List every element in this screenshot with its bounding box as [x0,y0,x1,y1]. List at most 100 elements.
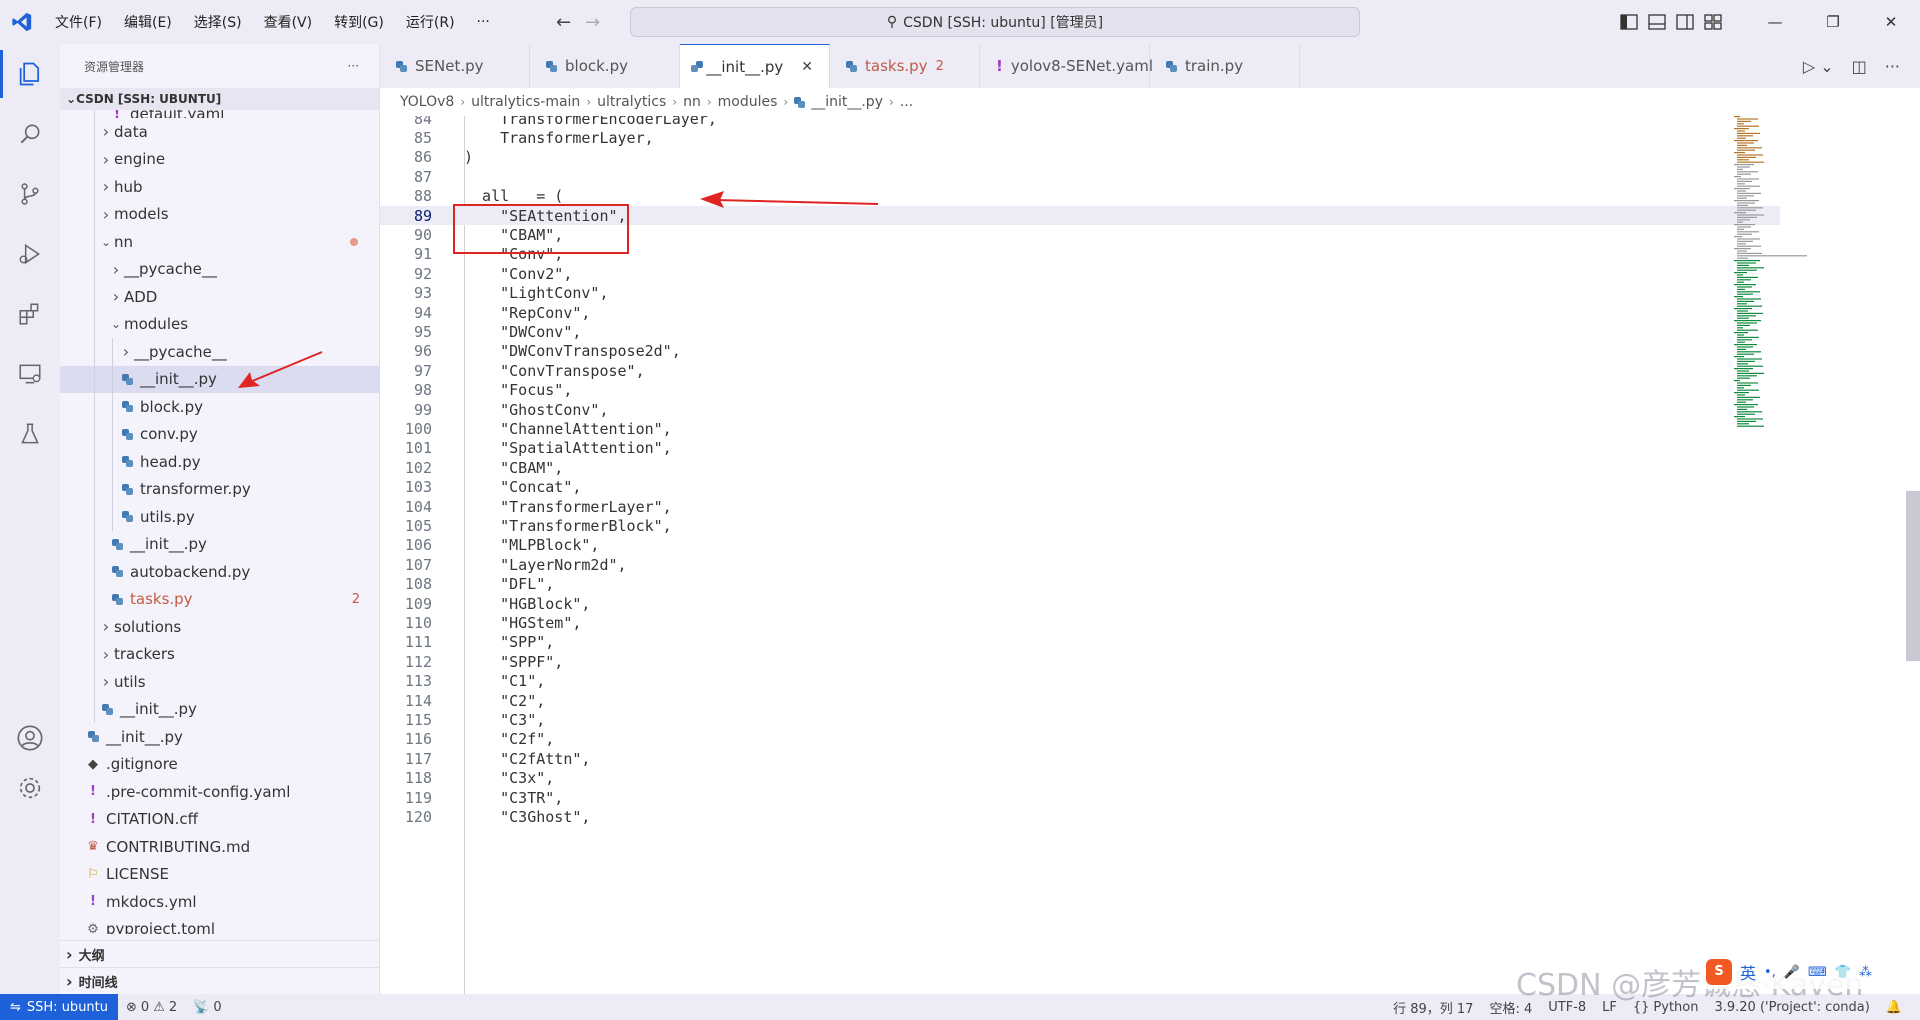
tree-folder[interactable]: › ADD [60,283,380,311]
menu-item[interactable]: 文件(F) [44,12,113,32]
tree-file[interactable]: ⚐ LICENSE [60,861,380,889]
tab-senet-py[interactable]: SENet.py [380,44,530,88]
ime-skin-icon[interactable]: 👕 [1835,965,1851,980]
tree-file[interactable]: __init__.py [60,365,380,393]
explorer-more-actions-icon[interactable]: ··· [348,59,359,73]
problems-indicator[interactable]: ⊗ 0 ⚠ 2 [118,1000,185,1015]
explorer-icon[interactable] [0,44,60,104]
tree-folder[interactable]: › trackers [60,640,380,668]
tree-folder[interactable]: › data [60,118,380,146]
tree-file[interactable]: ! default.yaml [60,110,380,118]
split-editor-icon[interactable]: ◫ [1852,57,1867,76]
menu-item[interactable]: 编辑(E) [113,12,183,32]
menu-item[interactable]: ··· [466,14,501,30]
close-window-icon[interactable]: ✕ [1862,0,1920,44]
tab-block-py[interactable]: block.py [530,44,680,88]
run-python-file-icon[interactable]: ▷ ⌄ [1803,57,1834,76]
tree-file[interactable]: __init__.py [60,530,380,558]
code-text: "C1", [464,672,546,691]
search-icon[interactable] [0,104,60,164]
tree-file[interactable]: ! CITATION.cff [60,806,380,834]
ime-punctuation-icon[interactable]: •, [1764,965,1776,980]
workspace-section-header[interactable]: ⌄ CSDN [SSH: UBUNTU] [60,88,379,110]
tree-file[interactable]: ◆ .gitignore [60,751,380,779]
ime-toolbar: S 英 •, 🎤 ⌨ 👕 ⁂ [1700,955,1878,989]
menu-item[interactable]: 运行(R) [395,12,466,32]
cursor-position[interactable]: 行 89，列 17 [1385,998,1481,1017]
command-center[interactable]: ⚲ CSDN [SSH: ubuntu] [管理员] [630,7,1360,37]
tree-file[interactable]: ! .pre-commit-config.yaml [60,778,380,806]
remote-indicator[interactable]: ⇋ SSH: ubuntu [0,994,119,1020]
menu-item[interactable]: 选择(S) [183,12,253,32]
minimap-line [1737,279,1751,281]
ime-toolbox-icon[interactable]: ⁂ [1859,965,1872,980]
settings-gear-icon[interactable] [0,758,60,818]
line-number: 108 [404,575,432,594]
tab-yolov8-senet-yaml[interactable]: ! yolov8-SENet.yaml [980,44,1153,88]
tree-file[interactable]: autobackend.py [60,558,380,586]
minimize-icon[interactable]: — [1746,0,1804,44]
sidebar-collapsed-section[interactable]: › 大纲 [60,940,380,967]
tab-train-py[interactable]: train.py [1150,44,1300,88]
tree-folder[interactable]: › __pycache__ [60,338,380,366]
forward-arrow-icon[interactable]: → [585,12,600,33]
minimap-line [1737,190,1746,192]
breadcrumb-item[interactable]: ultralytics [597,94,666,110]
breadcrumb-item[interactable]: YOLOv8 [400,94,454,110]
tree-folder[interactable]: › hub [60,173,380,201]
customize-layout-icon[interactable] [1704,14,1722,30]
breadcrumb-item[interactable]: ultralytics-main [471,94,580,110]
tree-file[interactable]: block.py [60,393,380,421]
tab--init-py[interactable]: __init__.py ✕ [680,44,830,88]
code-text: "C2f", [464,730,555,749]
tree-folder[interactable]: › models [60,200,380,228]
tree-folder[interactable]: ⌄ nn [60,228,380,256]
source-control-icon[interactable] [0,164,60,224]
extensions-icon[interactable] [0,284,60,344]
menu-item[interactable]: 查看(V) [253,12,324,32]
tree-file[interactable]: tasks.py 2 [60,585,380,613]
ime-language[interactable]: 英 [1740,960,1756,984]
tree-file[interactable]: __init__.py [60,723,380,751]
tree-file[interactable]: __init__.py [60,695,380,723]
minimap-line [1737,406,1754,408]
testing-icon[interactable] [0,404,60,464]
more-actions-icon[interactable]: ··· [1885,57,1900,76]
editor-scrollbar[interactable] [1906,491,1920,661]
tree-folder[interactable]: › __pycache__ [60,255,380,283]
ime-voice-icon[interactable]: 🎤 [1784,965,1800,980]
ports-indicator[interactable]: 📡 0 [185,1000,229,1015]
tab-tasks-py[interactable]: tasks.py 2 [830,44,980,88]
tree-folder[interactable]: ⌄ modules [60,310,380,338]
toggle-secondary-sidebar-icon[interactable] [1676,14,1694,30]
tree-file[interactable]: conv.py [60,420,380,448]
tree-file[interactable]: transformer.py [60,475,380,503]
tree-file[interactable]: ⚙ pyproject.toml [60,916,380,934]
tree-file[interactable]: head.py [60,448,380,476]
breadcrumb-item[interactable]: modules [718,94,778,110]
back-arrow-icon[interactable]: ← [556,12,571,33]
tree-folder[interactable]: › solutions [60,613,380,641]
restore-icon[interactable]: ❐ [1804,0,1862,44]
indent-guide [94,118,95,146]
menu-item[interactable]: 转到(G) [323,12,395,32]
remote-explorer-icon[interactable] [0,344,60,404]
notifications-bell-icon[interactable]: 🔔 [1878,1000,1910,1015]
tree-file[interactable]: utils.py [60,503,380,531]
tree-file[interactable]: ! mkdocs.yml [60,888,380,916]
code-editor[interactable]: 84 TransformerEncoderLayer, 85 Transforme… [380,116,1920,994]
sidebar-collapsed-section[interactable]: › 时间线 [60,967,380,994]
ime-keyboard-icon[interactable]: ⌨ [1808,965,1827,980]
breadcrumb-item[interactable]: __init__.py [811,94,883,110]
minimap-line [1737,269,1757,271]
breadcrumb-item[interactable]: nn [683,94,701,110]
toggle-panel-icon[interactable] [1648,14,1666,30]
close-tab-icon[interactable]: ✕ [801,59,813,75]
tree-folder[interactable]: › engine [60,145,380,173]
breadcrumb-item[interactable]: ... [900,94,913,110]
run-debug-icon[interactable] [0,224,60,284]
toggle-primary-sidebar-icon[interactable] [1620,14,1638,30]
minimap-line [1737,156,1756,158]
tree-folder[interactable]: › utils [60,668,380,696]
tree-file[interactable]: ♛ CONTRIBUTING.md [60,833,380,861]
